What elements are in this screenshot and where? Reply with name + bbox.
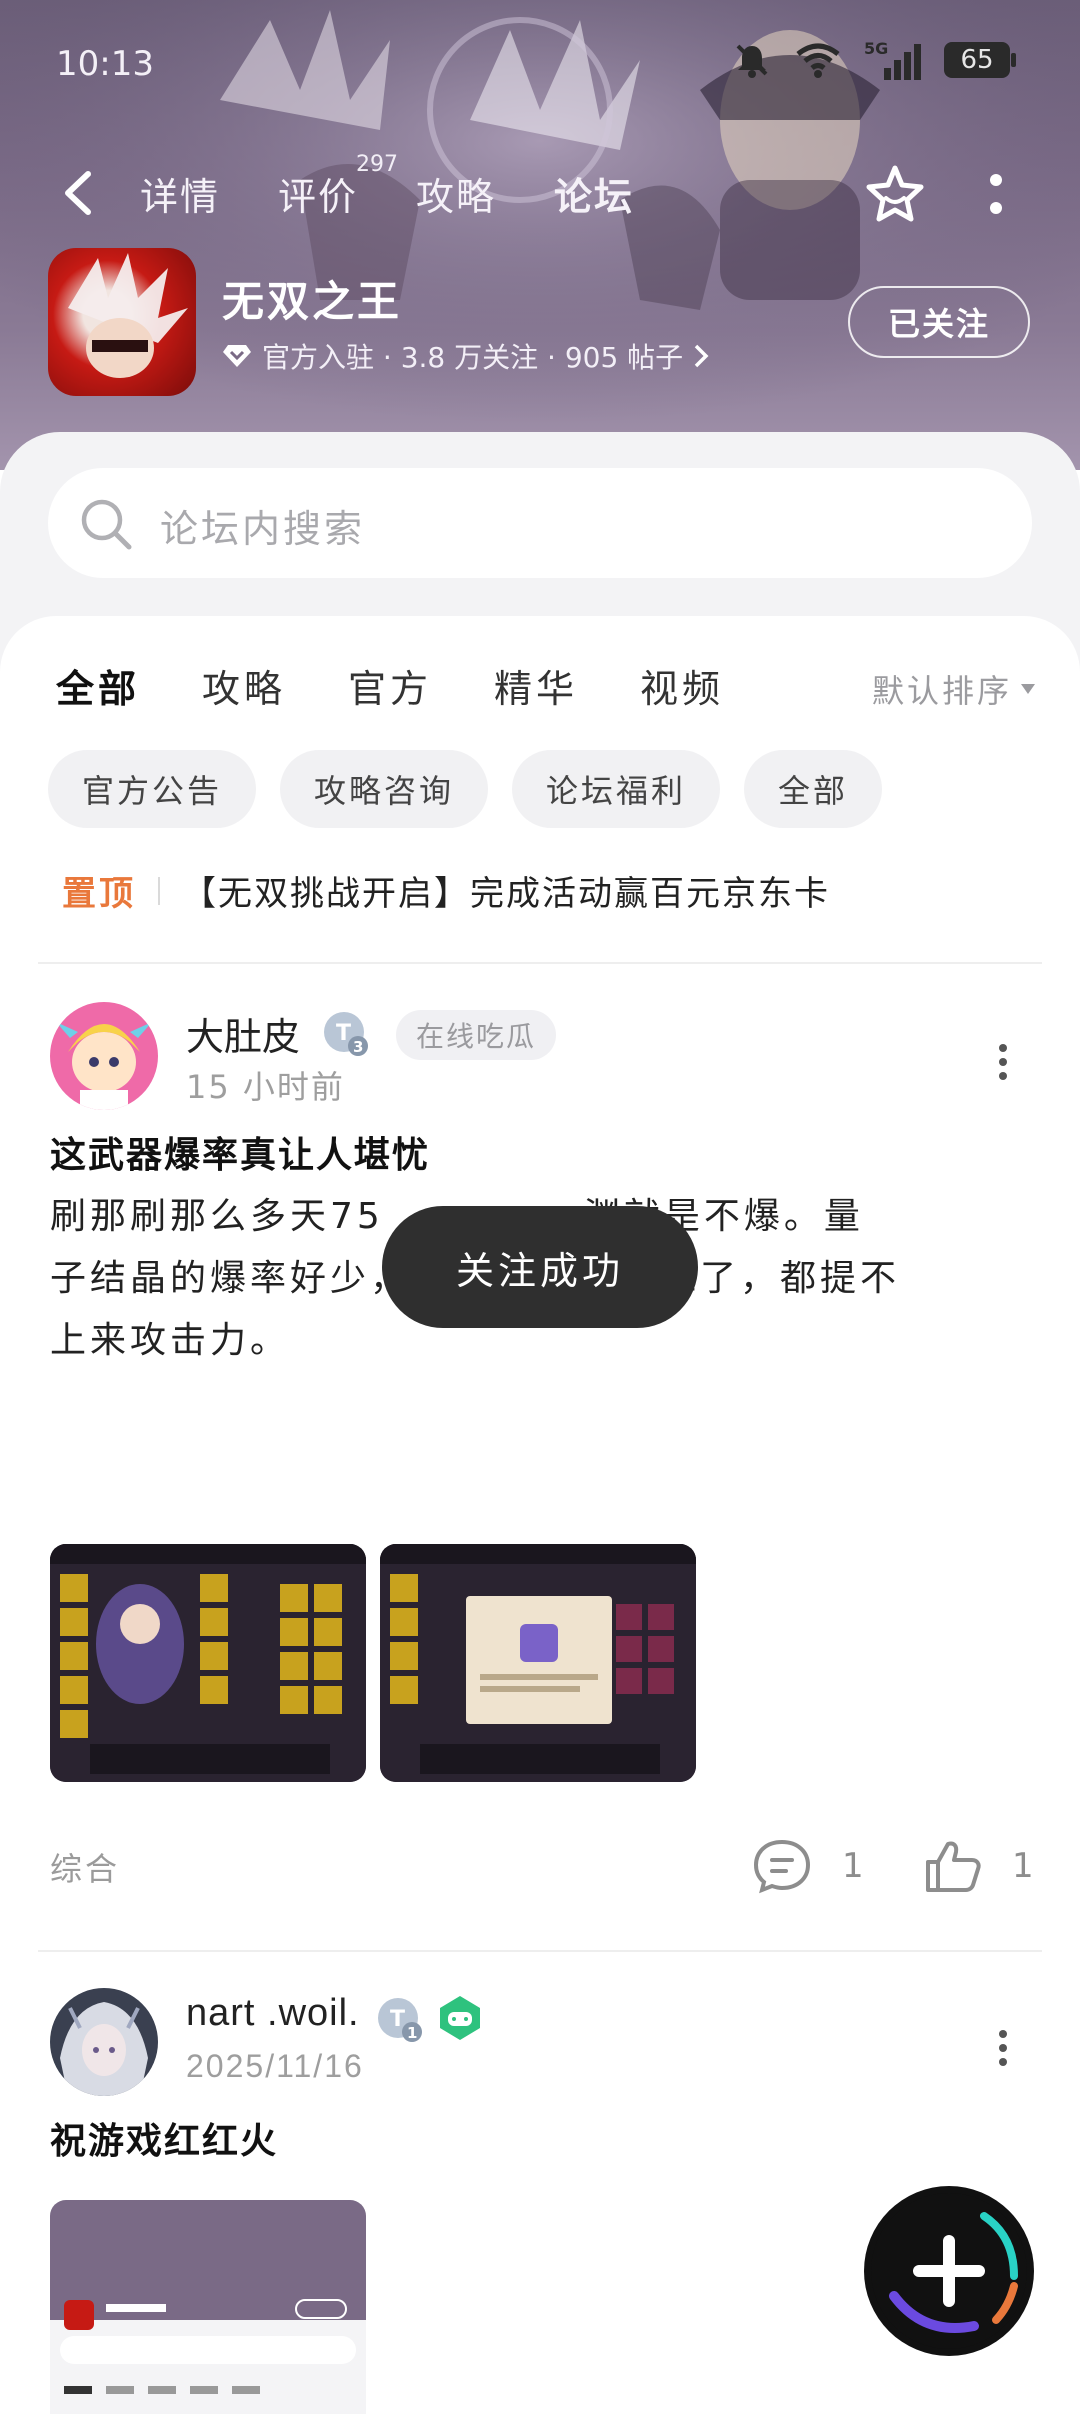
avatar[interactable] xyxy=(50,1002,158,1110)
search-icon xyxy=(81,499,132,550)
mute-bell-icon xyxy=(732,40,772,80)
game-info: 无双之王 官方入驻 · 3.8 万关注 · 905 帖子 已关注 xyxy=(0,248,1080,398)
game-icon[interactable] xyxy=(48,248,196,396)
like-count: 1 xyxy=(1012,1846,1034,1886)
game-title: 无双之王 xyxy=(222,277,403,326)
new-post-button[interactable] xyxy=(864,2186,1034,2356)
tab-reviews[interactable]: 评价 xyxy=(278,166,358,221)
level-badge-icon: T1 xyxy=(378,1998,422,2042)
tab-details[interactable]: 详情 xyxy=(140,166,220,221)
comment-button[interactable]: 1 xyxy=(752,1838,864,1894)
caret-down-icon xyxy=(1021,684,1035,694)
game-header: 10:13 5G 65 详情 评价 297 攻略 论坛 无双之王 官方入驻 · … xyxy=(0,0,1080,470)
plus-icon xyxy=(871,2193,1027,2349)
divider xyxy=(38,1950,1042,1952)
back-icon[interactable] xyxy=(56,168,100,218)
post-feed: 全部 攻略 官方 精华 视频 默认排序 官方公告 攻略咨询 论坛福利 全部 置顶… xyxy=(0,616,1080,2414)
filter-tab-guides[interactable]: 攻略 xyxy=(202,658,286,713)
post-body-line-2-text: 子结晶的爆率好少， xyxy=(50,1258,411,1299)
level-badge-icon: T3 xyxy=(324,1012,368,1056)
category-chips: 官方公告 攻略咨询 论坛福利 全部 xyxy=(48,750,883,828)
sort-dropdown[interactable]: 默认排序 xyxy=(872,666,1036,712)
diamond-icon xyxy=(223,345,251,367)
search-input[interactable]: 论坛内搜索 xyxy=(48,468,1032,578)
filter-tab-video[interactable]: 视频 xyxy=(640,658,724,713)
filter-tab-official[interactable]: 官方 xyxy=(348,658,432,713)
forum-card: 论坛内搜索 全部 攻略 官方 精华 视频 默认排序 官方公告 攻略咨询 论坛福利… xyxy=(0,432,1080,2414)
post-body-line-1-text: 刷那刷那么多天75 xyxy=(50,1196,384,1237)
status-bar: 10:13 5G 65 xyxy=(0,0,1080,120)
detail-nav: 详情 评价 297 攻略 论坛 xyxy=(0,150,1080,240)
level-number: 1 xyxy=(407,2024,417,2042)
post-time: 15 小时前 xyxy=(186,1068,345,1106)
level-number: 3 xyxy=(353,1038,363,1056)
star-icon[interactable] xyxy=(862,162,928,228)
status-icons: 5G 65 xyxy=(732,38,1016,82)
post-category[interactable]: 综合 xyxy=(50,1844,120,1890)
filter-tab-all-label: 全部 xyxy=(56,667,141,711)
tab-guides[interactable]: 攻略 xyxy=(416,166,496,221)
game-meta-text: 官方入驻 · 3.8 万关注 · 905 帖子 xyxy=(262,341,684,374)
post-image[interactable] xyxy=(50,2200,366,2414)
chevron-right-icon xyxy=(694,344,709,368)
comment-icon xyxy=(753,1839,811,1894)
post-image[interactable] xyxy=(50,1544,366,1782)
svg-text:5G: 5G xyxy=(864,39,888,58)
post-time: 2025/11/16 xyxy=(186,2048,364,2084)
like-icon xyxy=(926,1841,981,1892)
clock: 10:13 xyxy=(56,44,154,84)
pinned-post[interactable]: 置顶 【无双挑战开启】完成活动赢百元京东卡 xyxy=(62,866,830,915)
post-title[interactable]: 这武器爆率真让人堪忧 xyxy=(50,1126,430,1178)
comment-count: 1 xyxy=(842,1846,864,1886)
reviews-count-badge: 297 xyxy=(356,152,398,177)
game-meta[interactable]: 官方入驻 · 3.8 万关注 · 905 帖子 xyxy=(222,336,709,376)
more-icon[interactable] xyxy=(982,172,1010,218)
pinned-title: 【无双挑战开启】完成活动赢百元京东卡 xyxy=(182,874,830,914)
chip-all[interactable]: 全部 xyxy=(744,750,883,828)
filter-tab-featured[interactable]: 精华 xyxy=(494,658,578,713)
filter-tabs: 全部 攻略 官方 精华 视频 默认排序 xyxy=(0,652,1080,722)
pinned-separator xyxy=(158,876,160,905)
chip-announcements[interactable]: 官方公告 xyxy=(48,750,257,828)
post-more-icon[interactable] xyxy=(996,1042,1010,1082)
sort-label: 默认排序 xyxy=(871,672,1012,710)
battery-indicator: 65 xyxy=(944,42,1016,78)
post-image[interactable] xyxy=(380,1544,696,1782)
follow-button[interactable]: 已关注 xyxy=(848,286,1030,358)
pinned-tag: 置顶 xyxy=(62,874,136,914)
chip-forum-welfare[interactable]: 论坛福利 xyxy=(512,750,721,828)
divider xyxy=(38,962,1042,964)
toast-message: 关注成功 xyxy=(382,1206,698,1328)
filter-tab-all[interactable]: 全部 xyxy=(56,658,141,719)
author-name[interactable]: nart .woil. xyxy=(186,1992,360,2035)
avatar[interactable] xyxy=(50,1988,158,2096)
wifi-icon xyxy=(794,40,842,80)
chip-guide-questions[interactable]: 攻略咨询 xyxy=(280,750,489,828)
tab-forum-label: 论坛 xyxy=(554,175,635,219)
post-more-icon[interactable] xyxy=(996,2028,1010,2068)
post-title[interactable]: 祝游戏红红火 xyxy=(50,2112,278,2164)
cellular-5g-icon: 5G xyxy=(864,38,922,82)
search-placeholder: 论坛内搜索 xyxy=(160,507,366,551)
tab-forum[interactable]: 论坛 xyxy=(554,166,635,225)
gamepad-badge-icon xyxy=(440,1996,480,2040)
like-button[interactable]: 1 xyxy=(924,1838,1034,1894)
user-tag: 在线吃瓜 xyxy=(396,1010,557,1060)
author-name[interactable]: 大肚皮 xyxy=(186,1006,300,1061)
